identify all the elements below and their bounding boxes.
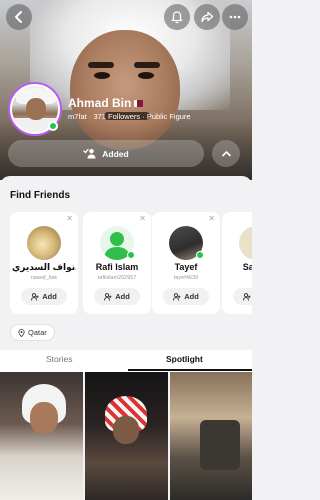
more-dots-icon [229, 15, 241, 19]
profile-sheet: Find Friends ✕ نواف السديري... nawaf_bsk… [0, 176, 252, 500]
add-user-icon [31, 292, 39, 301]
profile-name: Ahmad Bin [68, 96, 144, 110]
chevron-up-icon [221, 151, 231, 157]
share-arrow-icon [201, 11, 214, 23]
add-label: Add [184, 292, 199, 301]
spotlight-thumbnail[interactable] [170, 372, 252, 500]
friend-name: Tayef [174, 262, 198, 272]
find-friends-title: Find Friends [10, 190, 70, 201]
friend-username: rafiislam202957 [97, 275, 137, 281]
add-friend-button[interactable]: Add [94, 288, 140, 305]
friend-username: nawaf_bsk [30, 275, 58, 281]
map-pin-icon [18, 328, 25, 337]
friend-avatar [27, 226, 61, 260]
spotlight-thumbnail[interactable] [0, 372, 83, 500]
location-chip[interactable]: Qatar [10, 324, 55, 341]
bell-icon [171, 11, 183, 24]
expand-actions-button[interactable] [212, 140, 240, 167]
add-user-icon [243, 292, 251, 301]
hero-photo-detail [94, 72, 110, 79]
added-friend-button[interactable]: Added [8, 140, 204, 167]
online-status-dot [127, 251, 135, 259]
active-tab-indicator [128, 369, 252, 371]
profile-category: Public Figure [146, 112, 191, 121]
friend-name: Rafi Islam [95, 262, 139, 272]
qatar-flag-icon [134, 99, 144, 107]
spotlight-thumbnail[interactable] [85, 372, 168, 500]
add-friend-button[interactable]: Add [21, 288, 67, 305]
profile-followers: 371 Followers [93, 112, 141, 121]
thumbnail-photo-part [30, 402, 58, 434]
add-user-icon [173, 292, 181, 301]
chevron-left-icon [15, 11, 22, 23]
add-label: Add [115, 292, 130, 301]
added-label: Added [102, 148, 129, 159]
dismiss-icon[interactable]: ✕ [66, 214, 73, 223]
profile-username: m7fat [68, 112, 87, 121]
add-friend-button[interactable]: Add [233, 288, 252, 305]
dismiss-icon[interactable]: ✕ [208, 214, 215, 223]
content-tabs: Stories Spotlight [0, 350, 252, 372]
friend-username: tayef4639 [173, 275, 199, 281]
hero-photo-detail [138, 72, 154, 79]
profile-meta: m7fat · 371 Followers · Public Figure [68, 112, 191, 121]
add-friend-button[interactable]: Add [163, 288, 209, 305]
spotlight-grid [0, 372, 252, 500]
friend-suggestion-card[interactable]: ✕ نواف السديري... nawaf_bsk Add [10, 212, 78, 314]
friend-suggestion-card[interactable]: ✕ Rafi Islam rafiislam202957 Add [83, 212, 151, 314]
friend-name: نواف السديري... [12, 262, 76, 272]
tab-spotlight[interactable]: Spotlight [166, 354, 203, 364]
thumbnail-photo-part [200, 420, 240, 470]
friend-card-clip: Sayed Add [222, 212, 252, 314]
online-status-dot [48, 121, 58, 131]
more-options-button[interactable] [222, 4, 248, 30]
back-button[interactable] [6, 4, 32, 30]
dismiss-icon[interactable]: ✕ [139, 214, 146, 223]
location-label: Qatar [28, 328, 47, 337]
hero-photo-detail [88, 62, 114, 68]
user-check-icon [83, 148, 96, 159]
notification-button[interactable] [164, 4, 190, 30]
avatar-image-part [26, 98, 46, 120]
friend-avatar [239, 226, 252, 260]
share-button[interactable] [194, 4, 220, 30]
online-status-dot [196, 251, 204, 259]
add-user-icon [104, 292, 112, 301]
thumbnail-photo-part [113, 416, 139, 444]
add-label: Add [42, 292, 57, 301]
tab-stories[interactable]: Stories [46, 354, 72, 364]
friend-suggestion-card[interactable]: ✕ Tayef tayef4639 Add [152, 212, 220, 314]
profile-name-text: Ahmad Bin [68, 96, 132, 110]
friend-name: Sayed [242, 262, 252, 272]
friend-suggestion-card[interactable]: Sayed Add [222, 212, 252, 314]
hero-photo-detail [134, 62, 160, 68]
meta-separator: · [140, 112, 147, 121]
